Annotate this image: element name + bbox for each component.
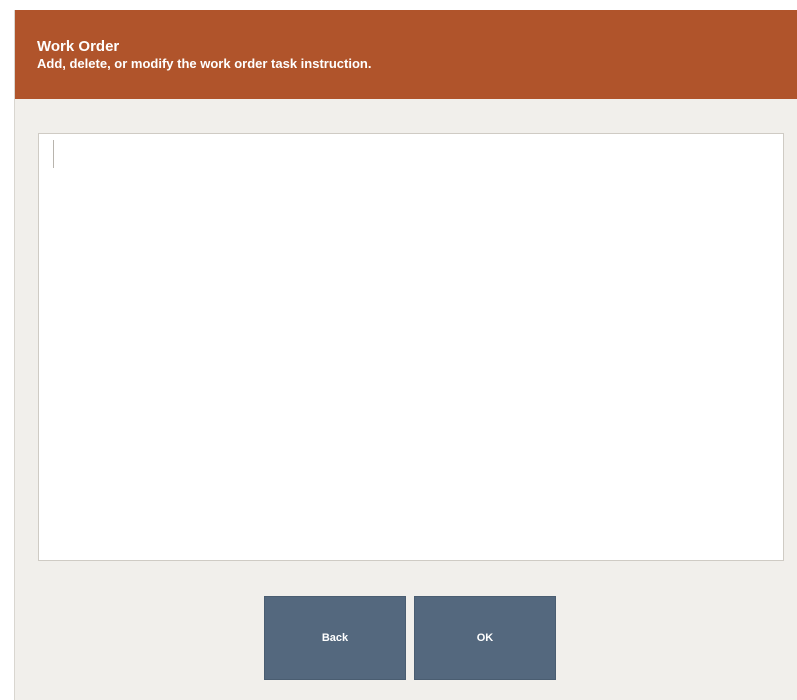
dialog-subtitle: Add, delete, or modify the work order ta… <box>37 56 372 71</box>
dialog-title: Work Order <box>37 38 120 55</box>
work-order-dialog: Work Order Add, delete, or modify the wo… <box>14 10 797 700</box>
task-instruction-field-container <box>38 133 784 561</box>
ok-button[interactable]: OK <box>414 596 556 680</box>
dialog-header: Work Order Add, delete, or modify the wo… <box>15 10 797 99</box>
task-instruction-field[interactable] <box>39 134 783 560</box>
back-button[interactable]: Back <box>264 596 406 680</box>
text-cursor <box>53 140 54 168</box>
screen: Work Order Add, delete, or modify the wo… <box>0 0 797 700</box>
